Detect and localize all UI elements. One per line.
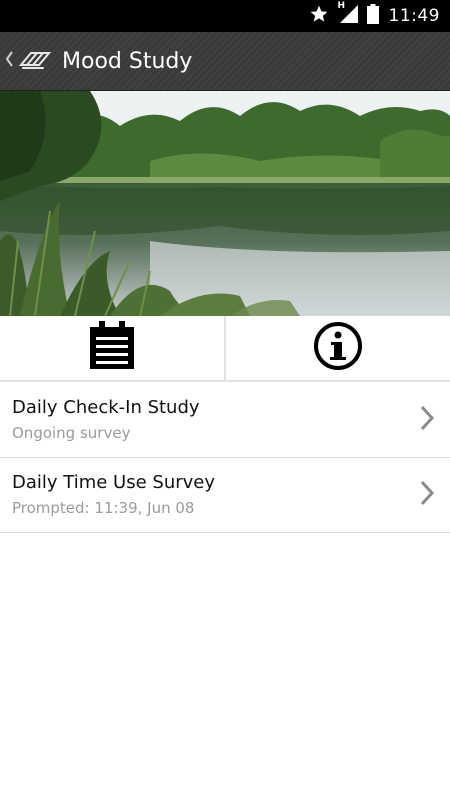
header-lake-image	[0, 91, 450, 316]
up-navigation-button[interactable]	[0, 32, 52, 90]
app-logo-icon	[18, 47, 52, 75]
survey-list: Daily Check-In Study Ongoing survey Dail…	[0, 383, 450, 533]
action-bar: Mood Study	[0, 32, 450, 91]
chevron-right-icon	[418, 479, 438, 511]
survey-status: Prompted: 11:39, Jun 08	[12, 499, 195, 517]
survey-status: Ongoing survey	[12, 424, 131, 442]
list-item[interactable]: Daily Time Use Survey Prompted: 11:39, J…	[0, 458, 450, 533]
tab-calendar[interactable]	[0, 316, 224, 380]
battery-icon	[366, 4, 379, 28]
star-icon	[309, 4, 329, 28]
chevron-left-icon	[4, 50, 16, 73]
chevron-right-icon	[418, 404, 438, 436]
page-title: Mood Study	[62, 48, 193, 74]
info-icon	[313, 321, 363, 375]
tab-info[interactable]	[224, 316, 450, 380]
survey-title: Daily Check-In Study	[12, 397, 200, 418]
status-time: 11:49	[388, 6, 440, 26]
network-type-label: H	[337, 1, 346, 11]
survey-title: Daily Time Use Survey	[12, 472, 216, 493]
status-bar: H 11:49	[0, 0, 450, 32]
survey-text: Daily Check-In Study Ongoing survey	[12, 396, 200, 444]
survey-text: Daily Time Use Survey Prompted: 11:39, J…	[12, 471, 215, 519]
list-item[interactable]: Daily Check-In Study Ongoing survey	[0, 383, 450, 458]
signal-icon: H	[337, 1, 359, 28]
calendar-icon	[89, 321, 135, 375]
tab-row	[0, 316, 450, 382]
